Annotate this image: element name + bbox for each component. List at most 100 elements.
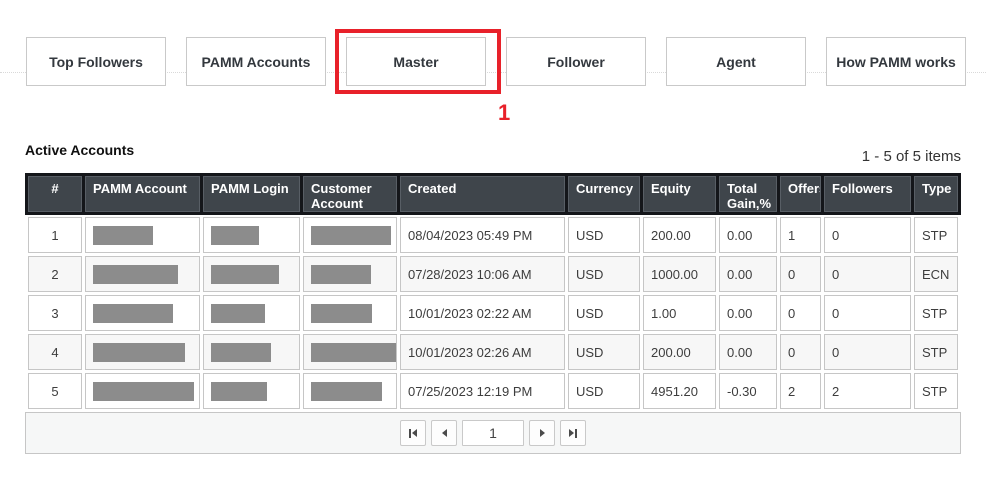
pamm-accounts-page: Top Followers PAMM Accounts Master Follo…	[0, 0, 986, 482]
cell-total-gain: 0.00	[719, 334, 777, 370]
redacted-value	[311, 265, 371, 284]
table-row: 1 08/04/2023 05:49 PM USD 200.00 0.00 1 …	[28, 217, 958, 253]
cell-offers: 0	[780, 256, 821, 292]
cell-created: 07/28/2023 10:06 AM	[400, 256, 565, 292]
col-header-type[interactable]: Type	[914, 176, 958, 212]
redacted-value	[311, 226, 391, 245]
col-header-currency[interactable]: Currency	[568, 176, 640, 212]
cell-pamm-account	[85, 334, 200, 370]
table-row: 5 07/25/2023 12:19 PM USD 4951.20 -0.30 …	[28, 373, 958, 409]
cell-total-gain: 0.00	[719, 295, 777, 331]
cell-total-gain: -0.30	[719, 373, 777, 409]
cell-type: STP	[914, 373, 958, 409]
cell-offers: 0	[780, 334, 821, 370]
col-header-customer-account[interactable]: Customer Account	[303, 176, 397, 212]
arrow-left-icon	[442, 429, 447, 437]
seek-first-icon	[409, 429, 411, 438]
col-header-pamm-account[interactable]: PAMM Account	[85, 176, 200, 212]
redacted-value	[93, 226, 153, 245]
col-header-created[interactable]: Created	[400, 176, 565, 212]
cell-followers: 2	[824, 373, 911, 409]
page-number-input[interactable]	[462, 420, 524, 446]
cell-offers: 2	[780, 373, 821, 409]
cell-pamm-account	[85, 373, 200, 409]
cell-pamm-login	[203, 295, 300, 331]
cell-offers: 0	[780, 295, 821, 331]
cell-created: 10/01/2023 02:22 AM	[400, 295, 565, 331]
col-header-equity[interactable]: Equity	[643, 176, 716, 212]
cell-followers: 0	[824, 295, 911, 331]
cell-equity: 200.00	[643, 217, 716, 253]
pager-first-button[interactable]	[400, 420, 426, 446]
items-count: 1 - 5 of 5 items	[862, 148, 961, 165]
cell-currency: USD	[568, 295, 640, 331]
cell-customer-account	[303, 334, 397, 370]
arrow-right-icon	[540, 429, 545, 437]
redacted-value	[211, 304, 265, 323]
redacted-value	[211, 265, 279, 284]
redacted-value	[211, 382, 267, 401]
tab-follower[interactable]: Follower	[506, 37, 646, 86]
cell-customer-account	[303, 256, 397, 292]
cell-total-gain: 0.00	[719, 217, 777, 253]
cell-equity: 4951.20	[643, 373, 716, 409]
cell-type: STP	[914, 334, 958, 370]
cell-created: 07/25/2023 12:19 PM	[400, 373, 565, 409]
cell-pamm-account	[85, 295, 200, 331]
cell-total-gain: 0.00	[719, 256, 777, 292]
redacted-value	[211, 343, 271, 362]
cell-type: ECN	[914, 256, 958, 292]
col-header-pamm-login[interactable]: PAMM Login	[203, 176, 300, 212]
table-row: 3 10/01/2023 02:22 AM USD 1.00 0.00 0 0 …	[28, 295, 958, 331]
redacted-value	[93, 343, 185, 362]
tab-bar: Top Followers PAMM Accounts Master Follo…	[26, 37, 966, 86]
pager-prev-button[interactable]	[431, 420, 457, 446]
cell-followers: 0	[824, 256, 911, 292]
tab-master[interactable]: Master	[346, 37, 486, 86]
cell-currency: USD	[568, 256, 640, 292]
redacted-value	[211, 226, 259, 245]
tab-top-followers[interactable]: Top Followers	[26, 37, 166, 86]
tab-how-pamm-works[interactable]: How PAMM works	[826, 37, 966, 86]
cell-followers: 0	[824, 334, 911, 370]
cell-pamm-account	[85, 256, 200, 292]
col-header-index[interactable]: #	[28, 176, 82, 212]
col-header-offers[interactable]: Offers	[780, 176, 821, 212]
cell-currency: USD	[568, 334, 640, 370]
pager-last-button[interactable]	[560, 420, 586, 446]
col-header-total-gain[interactable]: Total Gain,%	[719, 176, 777, 212]
tab-pamm-accounts[interactable]: PAMM Accounts	[186, 37, 326, 86]
cell-followers: 0	[824, 217, 911, 253]
cell-customer-account	[303, 295, 397, 331]
cell-equity: 1000.00	[643, 256, 716, 292]
cell-currency: USD	[568, 217, 640, 253]
page-title: Active Accounts	[25, 142, 134, 158]
cell-pamm-account	[85, 217, 200, 253]
cell-row-number: 5	[28, 373, 82, 409]
col-header-followers[interactable]: Followers	[824, 176, 911, 212]
cell-currency: USD	[568, 373, 640, 409]
cell-offers: 1	[780, 217, 821, 253]
pager-next-button[interactable]	[529, 420, 555, 446]
redacted-value	[93, 265, 178, 284]
cell-created: 10/01/2023 02:26 AM	[400, 334, 565, 370]
cell-row-number: 4	[28, 334, 82, 370]
cell-row-number: 3	[28, 295, 82, 331]
redacted-value	[311, 304, 372, 323]
cell-equity: 1.00	[643, 295, 716, 331]
cell-pamm-login	[203, 256, 300, 292]
cell-row-number: 1	[28, 217, 82, 253]
cell-created: 08/04/2023 05:49 PM	[400, 217, 565, 253]
table-row: 4 10/01/2023 02:26 AM USD 200.00 0.00 0 …	[28, 334, 958, 370]
table-row: 2 07/28/2023 10:06 AM USD 1000.00 0.00 0…	[28, 256, 958, 292]
cell-pamm-login	[203, 334, 300, 370]
cell-equity: 200.00	[643, 334, 716, 370]
cell-customer-account	[303, 217, 397, 253]
redacted-value	[93, 382, 194, 401]
cell-pamm-login	[203, 373, 300, 409]
tab-agent[interactable]: Agent	[666, 37, 806, 86]
cell-row-number: 2	[28, 256, 82, 292]
redacted-value	[311, 382, 382, 401]
grid-header-row: # PAMM Account PAMM Login Customer Accou…	[25, 173, 961, 215]
grid-body: 1 08/04/2023 05:49 PM USD 200.00 0.00 1 …	[25, 215, 961, 409]
